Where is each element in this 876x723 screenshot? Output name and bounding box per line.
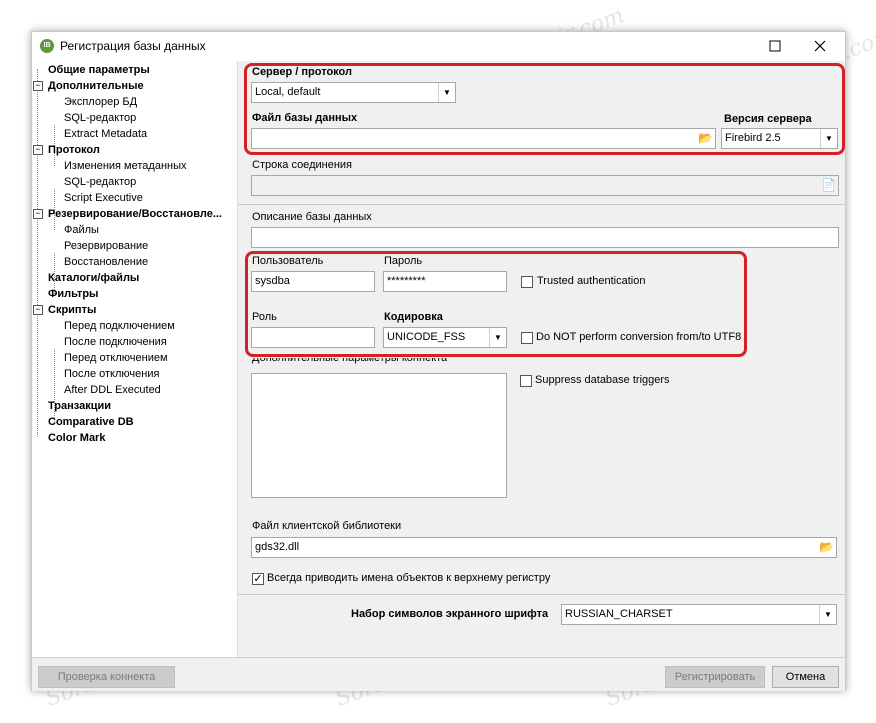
tree-item-color-mark[interactable]: Color Mark <box>48 430 105 446</box>
suppress-triggers-checkbox[interactable] <box>520 375 532 387</box>
chevron-down-icon: ▼ <box>819 605 836 624</box>
client-lib-label: Файл клиентской библиотеки <box>252 520 402 532</box>
tree-item-advanced[interactable]: Дополнительные <box>48 78 144 94</box>
font-charset-label: Набор символов экранного шрифта <box>351 608 549 620</box>
maximize-button[interactable] <box>767 38 783 54</box>
window-title: Регистрация базы данных <box>60 39 206 53</box>
tree-item-comparative-db[interactable]: Comparative DB <box>48 414 134 430</box>
highlight-frame <box>245 251 747 357</box>
collapse-icon[interactable]: − <box>33 209 43 219</box>
divider <box>238 594 845 595</box>
divider <box>238 204 845 205</box>
copy-icon[interactable]: 📄 <box>821 178 836 193</box>
db-desc-input[interactable] <box>251 227 839 248</box>
client-lib-value: gds32.dll <box>255 541 300 553</box>
tree-item-sql-editor-log[interactable]: SQL-редактор <box>64 174 136 190</box>
extra-params-textarea[interactable] <box>251 373 507 498</box>
suppress-triggers-label: Suppress database triggers <box>535 374 670 386</box>
settings-tree: Общие параметры − Дополнительные Эксплор… <box>32 61 238 657</box>
collapse-icon[interactable]: − <box>33 81 43 91</box>
tree-item-transactions[interactable]: Транзакции <box>48 398 111 414</box>
tree-item-general[interactable]: Общие параметры <box>48 62 150 78</box>
tree-item-before-connect[interactable]: Перед подключением <box>64 318 175 334</box>
db-desc-label: Описание базы данных <box>252 211 372 223</box>
tree-item-backup-restore[interactable]: Резервирование/Восстановле... <box>48 206 222 222</box>
tree-item-after-ddl[interactable]: After DDL Executed <box>64 382 161 398</box>
tree-item-protocol[interactable]: Протокол <box>48 142 100 158</box>
close-button[interactable] <box>812 38 828 54</box>
dialog-window: IB Регистрация базы данных Общие парамет… <box>31 31 846 691</box>
tree-item-directories[interactable]: Каталоги/файлы <box>48 270 139 286</box>
button-bar: Проверка коннекта Регистрировать Отмена <box>32 657 845 691</box>
conn-string-input[interactable]: 📄 <box>251 175 839 196</box>
font-charset-select[interactable]: RUSSIAN_CHARSET ▼ <box>561 604 837 625</box>
extra-params-label: Дополнительные параметры коннекта <box>252 358 448 364</box>
tree-item-metadata-changes[interactable]: Изменения метаданных <box>64 158 187 174</box>
client-lib-input[interactable]: gds32.dll 📂 <box>251 537 837 558</box>
tree-item-extract-metadata[interactable]: Extract Metadata <box>64 126 147 142</box>
highlight-frame <box>244 63 845 155</box>
tree-item-before-disconnect[interactable]: Перед отключением <box>64 350 168 366</box>
test-connect-button[interactable]: Проверка коннекта <box>38 666 175 688</box>
conn-string-label: Строка соединения <box>252 159 352 171</box>
tree-item-restore[interactable]: Восстановление <box>64 254 148 270</box>
close-icon <box>814 40 826 52</box>
tree-item-scripts[interactable]: Скрипты <box>48 302 96 318</box>
app-icon: IB <box>40 39 54 53</box>
maximize-icon <box>769 40 781 52</box>
font-charset-value: RUSSIAN_CHARSET <box>565 608 673 620</box>
register-button[interactable]: Регистрировать <box>665 666 765 688</box>
tree-item-after-connect[interactable]: После подключения <box>64 334 167 350</box>
cancel-button[interactable]: Отмена <box>772 666 839 688</box>
tree-connector <box>37 69 38 437</box>
tree-item-sql-editor[interactable]: SQL-редактор <box>64 110 136 126</box>
settings-panel: Сервер / протокол Local, default ▼ Файл … <box>238 61 845 657</box>
collapse-icon[interactable]: − <box>33 305 43 315</box>
tree-item-script-executive[interactable]: Script Executive <box>64 190 143 206</box>
tree-item-files[interactable]: Файлы <box>64 222 99 238</box>
tree-item-filters[interactable]: Фильтры <box>48 286 98 302</box>
title-bar[interactable]: IB Регистрация базы данных <box>32 32 845 60</box>
folder-open-icon[interactable]: 📂 <box>819 540 834 555</box>
tree-item-db-explorer[interactable]: Эксплорер БД <box>64 94 137 110</box>
tree-item-after-disconnect[interactable]: После отключения <box>64 366 159 382</box>
uppercase-checkbox[interactable]: ✓ <box>252 573 264 585</box>
tree-item-backup[interactable]: Резервирование <box>64 238 148 254</box>
collapse-icon[interactable]: − <box>33 145 43 155</box>
uppercase-label: Всегда приводить имена объектов к верхне… <box>267 572 551 584</box>
